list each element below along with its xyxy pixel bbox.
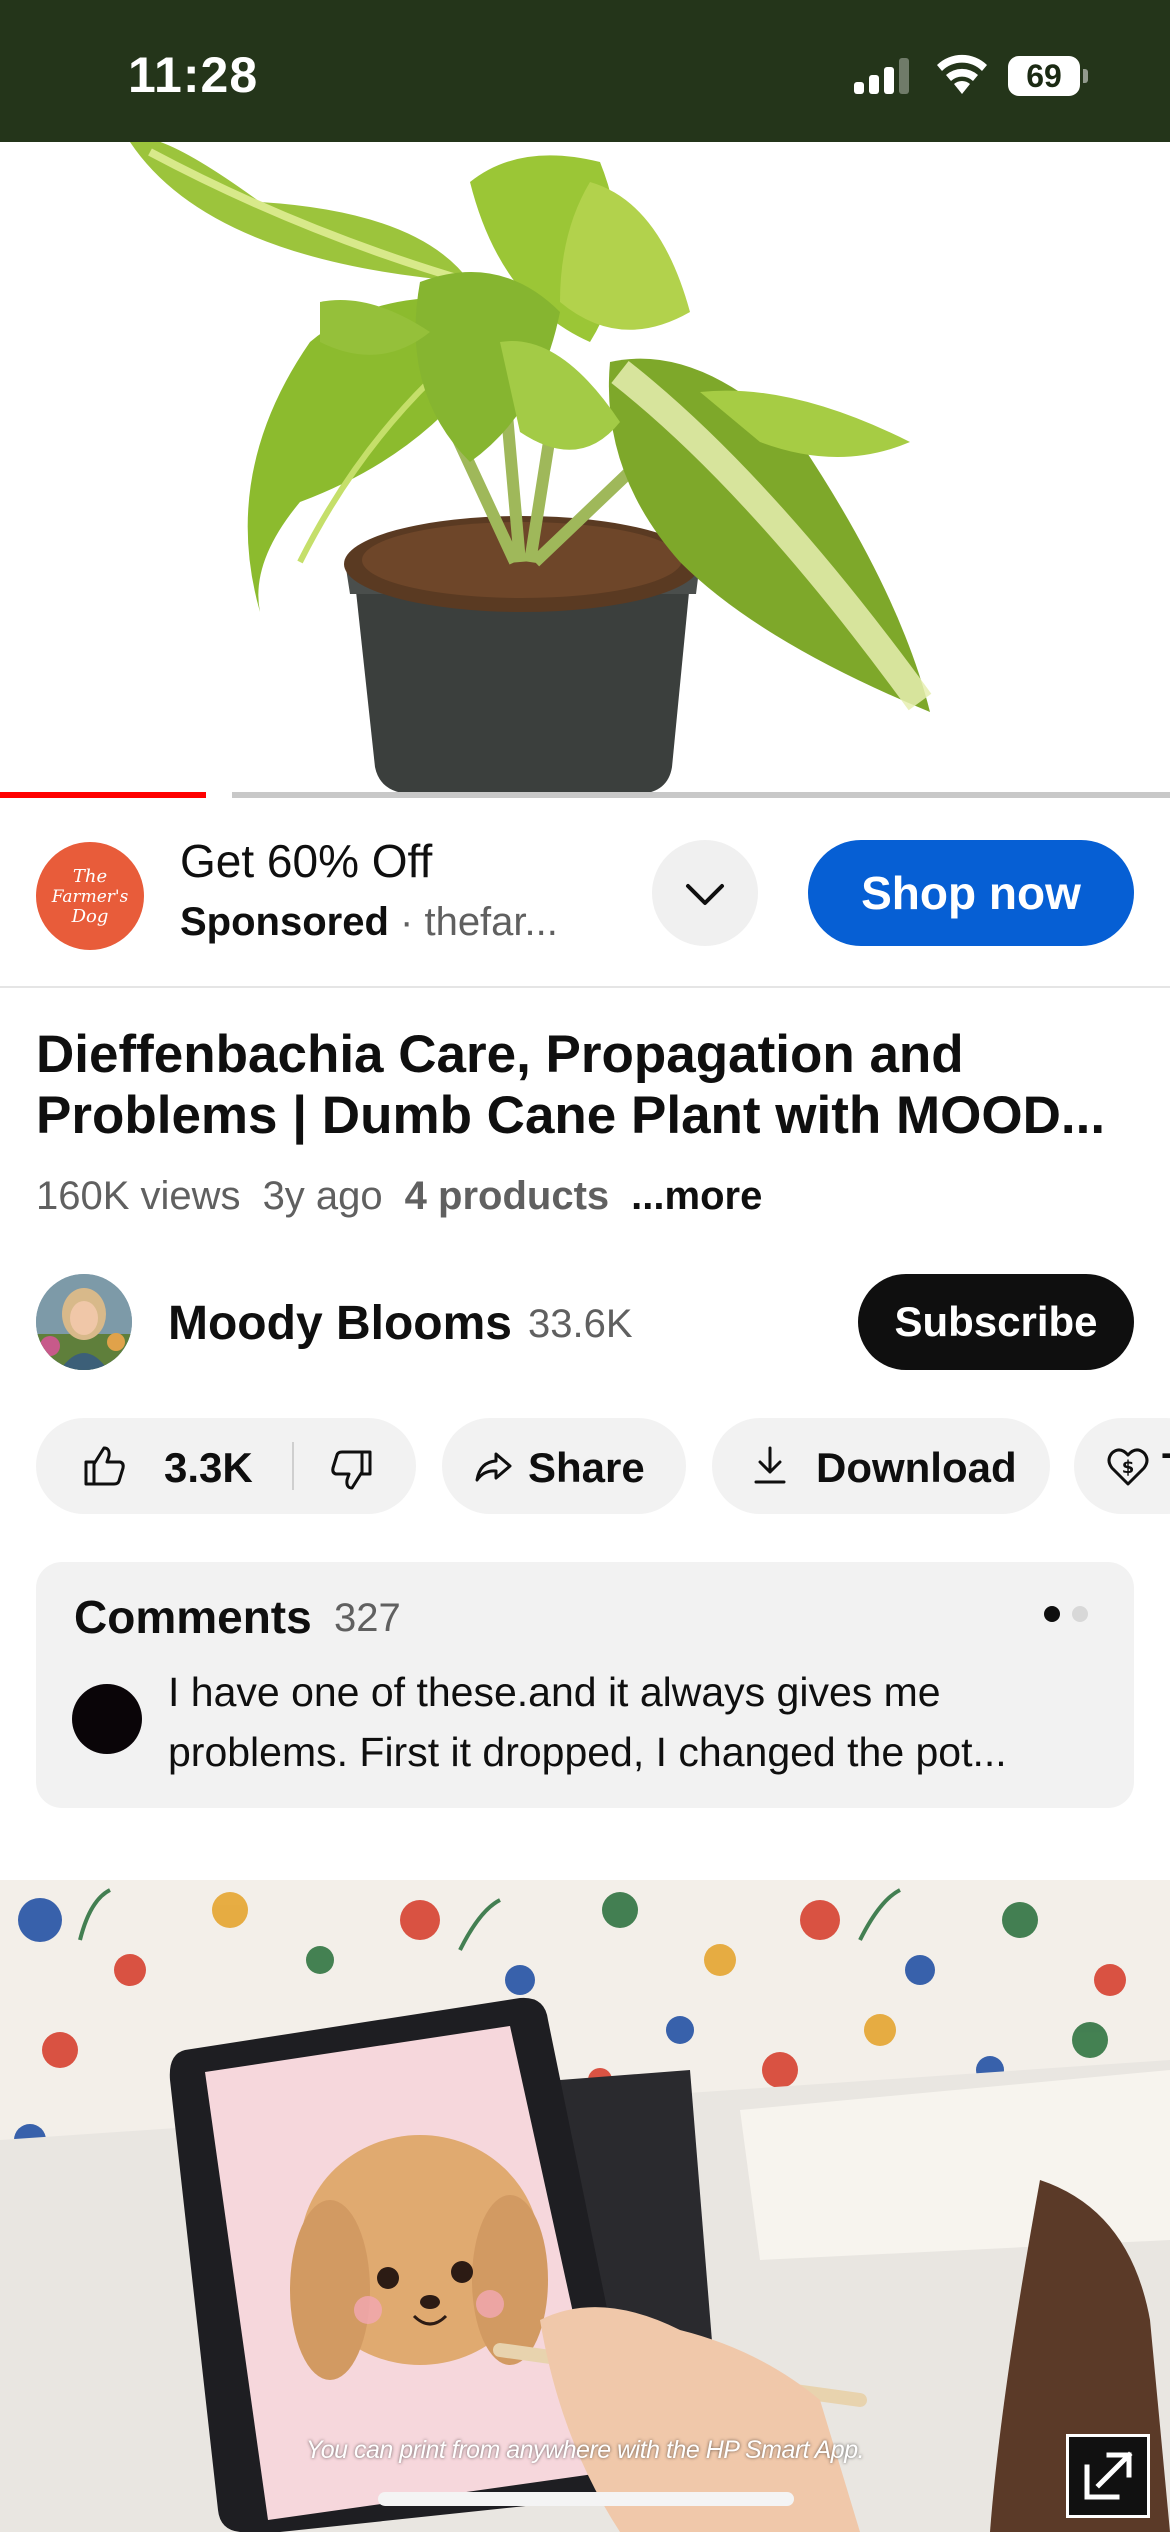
comments-page-indicator bbox=[1044, 1606, 1104, 1622]
ad-video-caption: You can print from anywhere with the HP … bbox=[305, 2436, 865, 2464]
ad-expand-button[interactable] bbox=[652, 840, 758, 946]
battery-level: 69 bbox=[1008, 56, 1080, 96]
next-ad-video[interactable] bbox=[0, 1880, 1170, 2532]
thanks-label: T bbox=[1162, 1444, 1170, 1492]
svg-text:The: The bbox=[73, 866, 107, 887]
more-description-link[interactable]: ...more bbox=[631, 1174, 762, 1218]
external-link-icon bbox=[1084, 2451, 1133, 2500]
view-count: 160K views bbox=[36, 1174, 241, 1218]
share-button[interactable]: Share bbox=[442, 1418, 686, 1514]
chip-divider bbox=[292, 1442, 294, 1490]
video-title-line-2: Problems | Dumb Cane Plant with MOOD... bbox=[36, 1086, 1106, 1145]
sponsored-label: Sponsored bbox=[180, 900, 389, 944]
like-dislike-chip: 3.3K bbox=[36, 1418, 416, 1514]
share-arrow-icon bbox=[475, 1452, 512, 1482]
farmers-dog-logo-icon: The Farmer's Dog bbox=[51, 866, 129, 927]
ad-domain: thefar... bbox=[424, 900, 558, 944]
svg-text:Dog: Dog bbox=[71, 906, 109, 927]
shop-now-button[interactable]: Shop now bbox=[808, 840, 1134, 946]
share-label: Share bbox=[528, 1444, 645, 1491]
channel-avatar-image bbox=[36, 1274, 132, 1370]
svg-text:$: $ bbox=[1122, 1457, 1135, 1478]
tablet-drawing-video-frame bbox=[0, 1880, 1170, 2532]
upload-age: 3y ago bbox=[262, 1174, 383, 1218]
download-label: Download bbox=[816, 1444, 1017, 1491]
video-title[interactable]: Dieffenbachia Care, Propagation and Prob… bbox=[36, 1024, 1134, 1146]
channel-avatar[interactable] bbox=[36, 1274, 132, 1370]
chevron-down-icon bbox=[686, 884, 724, 905]
svg-text:Farmer's: Farmer's bbox=[51, 887, 129, 907]
channel-name[interactable]: Moody Blooms bbox=[168, 1296, 512, 1351]
plant-video-frame bbox=[0, 142, 1170, 798]
cellular-signal-icon bbox=[854, 58, 914, 94]
heart-dollar-icon: $ bbox=[1107, 1448, 1149, 1486]
subscribe-button[interactable]: Subscribe bbox=[858, 1274, 1134, 1370]
video-title-line-1: Dieffenbachia Care, Propagation and bbox=[36, 1025, 964, 1084]
top-comment-line-2: problems. First it dropped, I changed th… bbox=[168, 1729, 1007, 1775]
commenter-avatar bbox=[72, 1684, 142, 1754]
thumbs-down-icon[interactable] bbox=[328, 1446, 376, 1494]
thumbs-up-icon[interactable] bbox=[80, 1442, 128, 1490]
like-count[interactable]: 3.3K bbox=[164, 1444, 253, 1492]
wifi-icon bbox=[937, 54, 987, 94]
comments-title: Comments bbox=[74, 1591, 312, 1643]
status-time: 11:28 bbox=[128, 47, 259, 103]
battery-icon: 69 bbox=[1008, 56, 1088, 96]
download-button[interactable]: Download bbox=[712, 1418, 1050, 1514]
video-player[interactable] bbox=[0, 142, 1170, 798]
top-comment-line-1: I have one of these.and it always gives … bbox=[168, 1669, 941, 1715]
download-icon bbox=[754, 1446, 786, 1484]
ad-separator: · bbox=[388, 900, 425, 944]
ad-attribution: Sponsored · thefar... bbox=[180, 900, 558, 945]
home-indicator[interactable] bbox=[378, 2492, 794, 2506]
open-external-button[interactable] bbox=[1066, 2434, 1150, 2518]
comments-count: 327 bbox=[334, 1596, 401, 1640]
thanks-button[interactable]: $ T bbox=[1074, 1418, 1170, 1514]
advertiser-logo[interactable]: The Farmer's Dog bbox=[36, 842, 144, 950]
top-comment-text: I have one of these.and it always gives … bbox=[168, 1662, 1108, 1782]
comments-panel[interactable]: Comments 327 I have one of these.and it … bbox=[36, 1562, 1134, 1808]
video-metadata[interactable]: 160K views 3y ago 4 products ...more bbox=[36, 1174, 762, 1219]
ad-headline[interactable]: Get 60% Off bbox=[180, 834, 432, 888]
status-bar: 11:28 69 bbox=[0, 0, 1170, 142]
products-link[interactable]: 4 products bbox=[405, 1174, 609, 1218]
subscriber-count: 33.6K bbox=[528, 1302, 633, 1346]
